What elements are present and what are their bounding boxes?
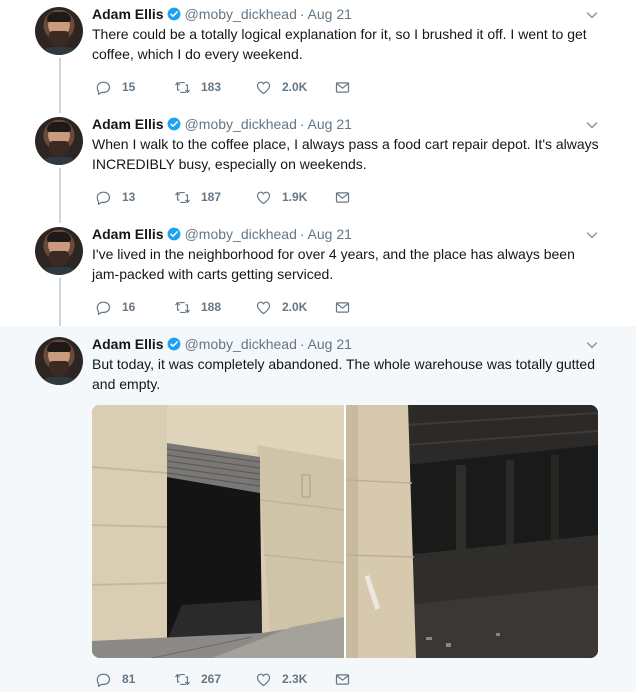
retweet-icon — [175, 191, 190, 203]
reply-count: 81 — [122, 672, 136, 686]
like-icon — [256, 81, 271, 94]
author-handle[interactable]: @moby_dickhead — [185, 116, 297, 132]
tweet-header: Adam Ellis @moby_dickhead · Aug 21 — [92, 334, 352, 354]
like-icon — [256, 191, 271, 204]
tweet-text: I've lived in the neighborhood for over … — [92, 246, 575, 282]
tweet[interactable]: Adam Ellis @moby_dickhead · Aug 21 When … — [0, 110, 636, 220]
reply-icon — [96, 673, 111, 687]
chevron-down-icon[interactable] — [586, 229, 598, 241]
chevron-down-icon[interactable] — [586, 339, 598, 351]
chevron-down-icon[interactable] — [586, 119, 598, 131]
author-name[interactable]: Adam Ellis — [92, 226, 164, 242]
like-icon — [256, 673, 271, 686]
tweet-text: But today, it was completely abandoned. … — [92, 356, 596, 392]
avatar[interactable] — [35, 337, 83, 385]
reply-count: 16 — [122, 300, 136, 314]
tweet[interactable]: Adam Ellis @moby_dickhead · Aug 21 I've … — [0, 220, 636, 326]
like-icon — [256, 301, 271, 314]
separator: · — [299, 6, 305, 22]
tweet-date[interactable]: Aug 21 — [308, 336, 352, 352]
like-count: 2.3K — [282, 672, 308, 686]
separator: · — [299, 116, 305, 132]
like-button[interactable]: 2.3K — [255, 670, 307, 688]
tweet[interactable]: Adam Ellis @moby_dickhead · Aug 21 There… — [0, 0, 636, 110]
like-button[interactable]: 1.9K — [255, 188, 307, 206]
photo-image — [92, 405, 344, 658]
separator: · — [299, 336, 305, 352]
tweet-date[interactable]: Aug 21 — [308, 6, 352, 22]
separator: · — [299, 226, 305, 242]
retweet-button[interactable]: 188 — [174, 298, 221, 316]
like-button[interactable]: 2.0K — [255, 78, 307, 96]
reply-icon — [96, 191, 111, 205]
tweet-text: When I walk to the coffee place, I alway… — [92, 136, 599, 172]
retweet-count: 188 — [201, 300, 222, 314]
dm-button[interactable] — [334, 298, 351, 316]
author-name[interactable]: Adam Ellis — [92, 336, 164, 352]
like-button[interactable]: 2.0K — [255, 298, 307, 316]
verified-badge-icon — [167, 117, 181, 131]
reply-icon — [96, 81, 111, 95]
avatar[interactable] — [35, 227, 83, 275]
dm-button[interactable] — [334, 78, 351, 96]
like-count: 1.9K — [282, 190, 308, 204]
verified-badge-icon — [167, 7, 181, 21]
dm-button[interactable] — [334, 188, 351, 206]
tweet-header: Adam Ellis @moby_dickhead · Aug 21 — [92, 114, 352, 134]
direct-message-icon — [335, 673, 350, 685]
reply-count: 13 — [122, 190, 136, 204]
retweet-button[interactable]: 183 — [174, 78, 221, 96]
verified-badge-icon — [167, 227, 181, 241]
tweet-media — [92, 405, 598, 658]
avatar[interactable] — [35, 7, 83, 55]
tweet-text: There could be a totally logical explana… — [92, 26, 587, 62]
direct-message-icon — [335, 81, 350, 93]
like-count: 2.0K — [282, 80, 308, 94]
retweet-count: 183 — [201, 80, 222, 94]
chevron-down-icon[interactable] — [586, 9, 598, 21]
direct-message-icon — [335, 301, 350, 313]
photo-image — [346, 405, 598, 658]
tweet-date[interactable]: Aug 21 — [308, 226, 352, 242]
tweet-header: Adam Ellis @moby_dickhead · Aug 21 — [92, 224, 352, 244]
verified-badge-icon — [167, 337, 181, 351]
avatar[interactable] — [35, 117, 83, 165]
author-handle[interactable]: @moby_dickhead — [185, 6, 297, 22]
reply-count: 15 — [122, 80, 136, 94]
author-handle[interactable]: @moby_dickhead — [185, 336, 297, 352]
retweet-icon — [175, 81, 190, 93]
retweet-count: 267 — [201, 672, 222, 686]
photo-empty-warehouse[interactable] — [346, 405, 598, 658]
retweet-icon — [175, 301, 190, 313]
reply-button[interactable]: 15 — [95, 78, 135, 96]
retweet-button[interactable]: 187 — [174, 188, 221, 206]
author-handle[interactable]: @moby_dickhead — [185, 226, 297, 242]
reply-icon — [96, 301, 111, 315]
dm-button[interactable] — [334, 670, 351, 688]
author-name[interactable]: Adam Ellis — [92, 116, 164, 132]
reply-button[interactable]: 81 — [95, 670, 135, 688]
like-count: 2.0K — [282, 300, 308, 314]
tweet-header: Adam Ellis @moby_dickhead · Aug 21 — [92, 4, 352, 24]
author-name[interactable]: Adam Ellis — [92, 6, 164, 22]
retweet-icon — [175, 673, 190, 685]
reply-button[interactable]: 13 — [95, 188, 135, 206]
retweet-button[interactable]: 267 — [174, 670, 221, 688]
reply-button[interactable]: 16 — [95, 298, 135, 316]
direct-message-icon — [335, 191, 350, 203]
retweet-count: 187 — [201, 190, 222, 204]
photo-building-exterior[interactable] — [92, 405, 344, 658]
tweet-date[interactable]: Aug 21 — [308, 116, 352, 132]
